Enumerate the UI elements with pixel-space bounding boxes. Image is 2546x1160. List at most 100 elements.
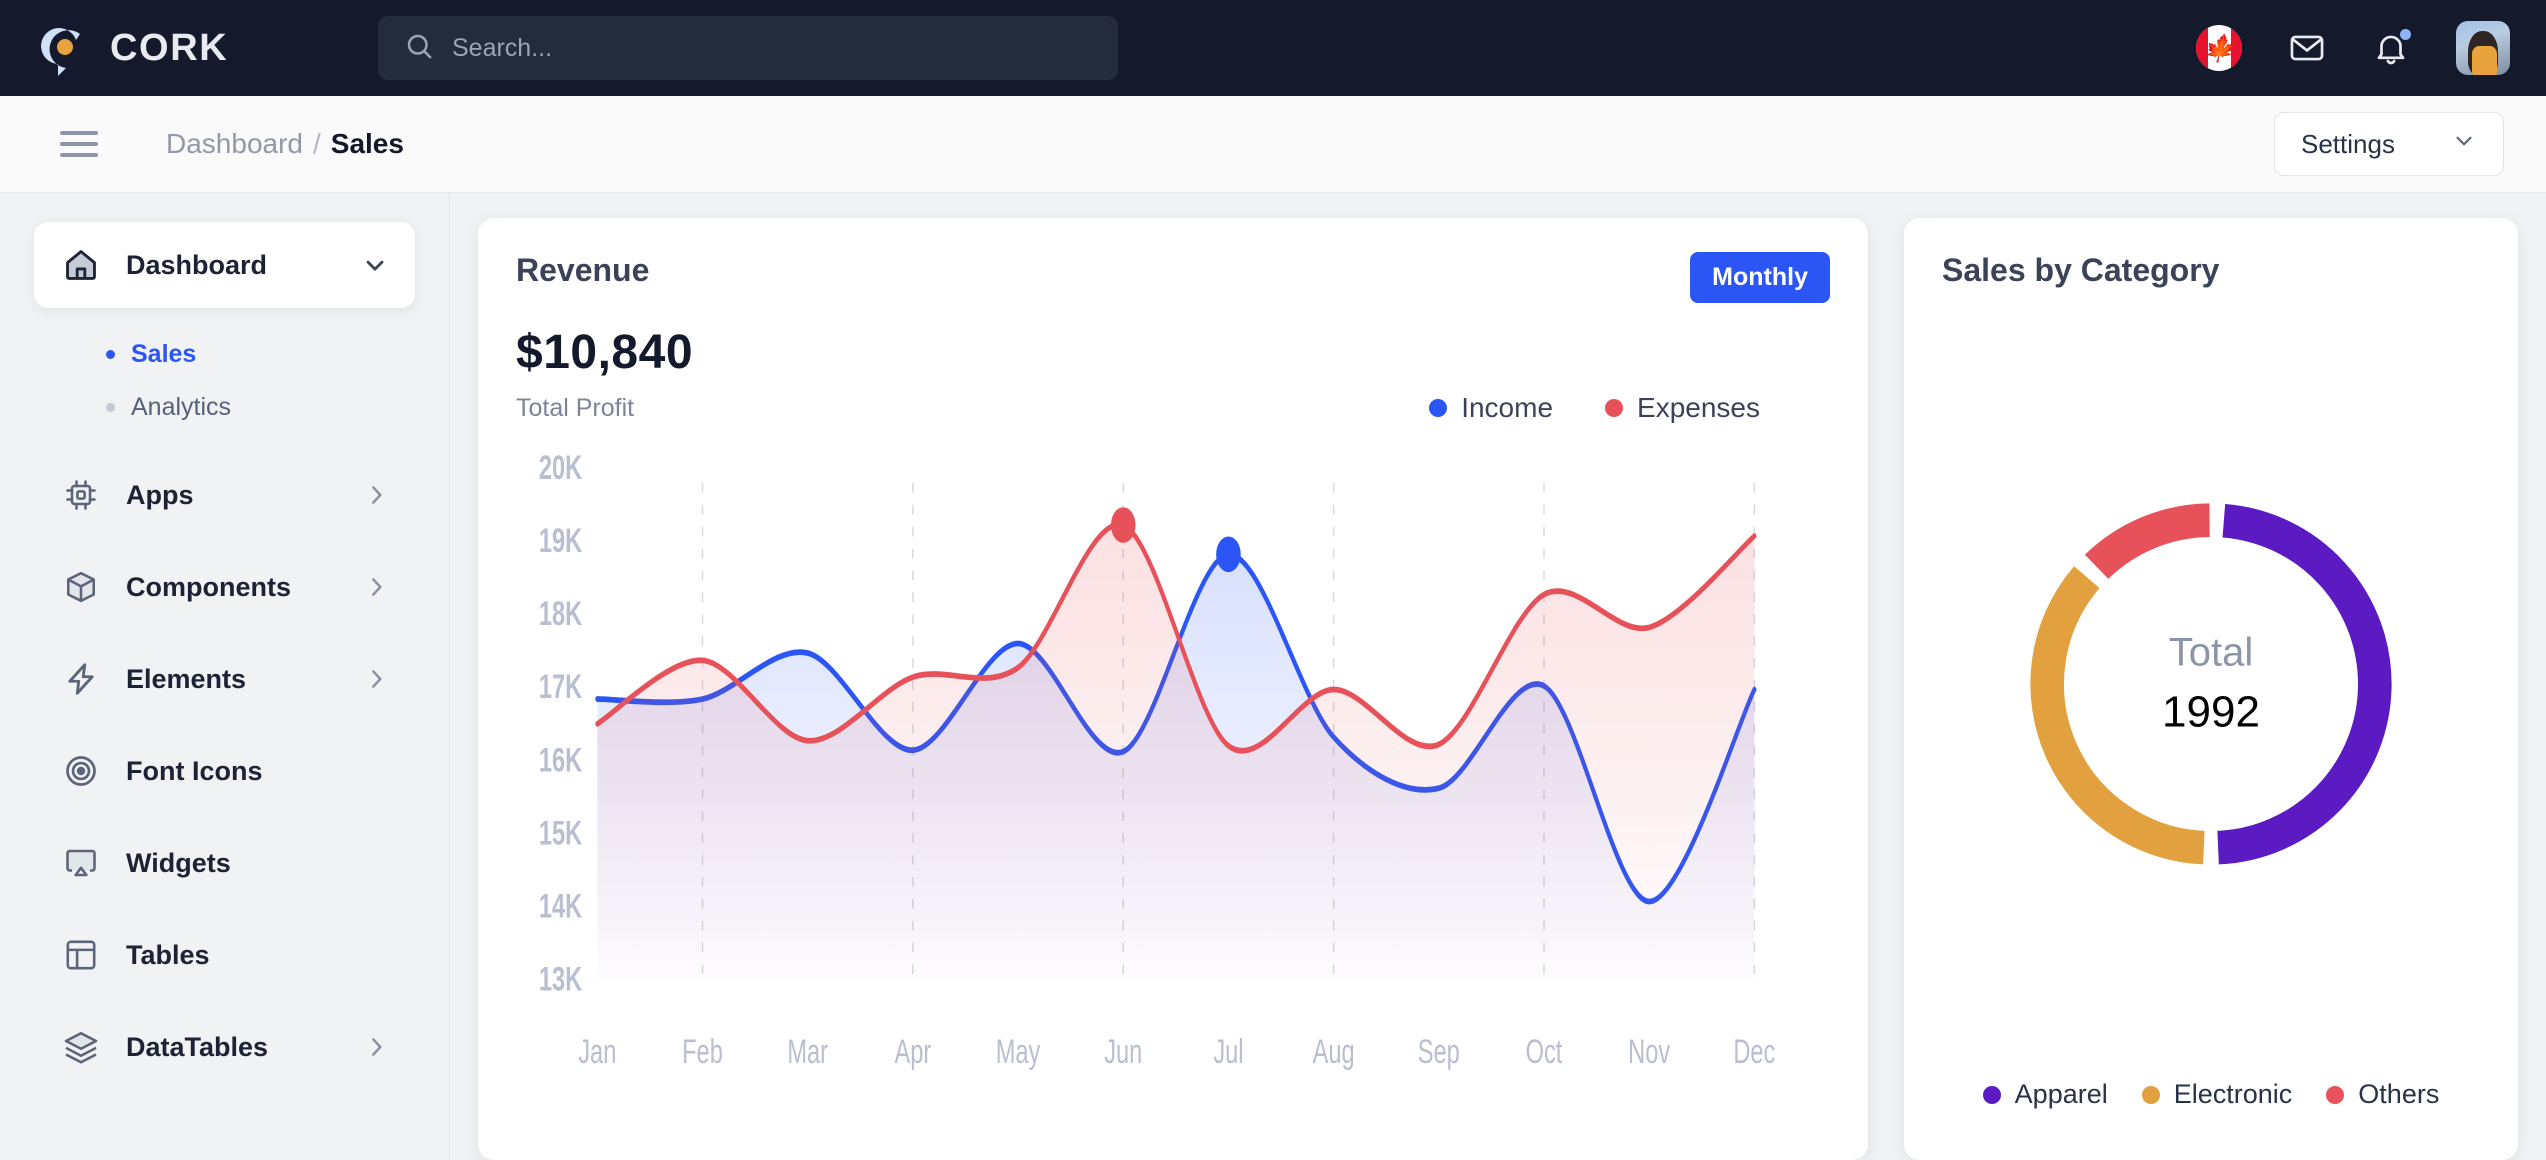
legend-item-electronic[interactable]: Electronic (2142, 1079, 2293, 1110)
monthly-toggle-button[interactable]: Monthly (1690, 252, 1830, 303)
legend-item-others[interactable]: Others (2326, 1079, 2439, 1110)
revenue-card-header: Revenue Monthly (516, 252, 1830, 303)
main-content: Revenue Monthly $10,840 Total Profit Inc… (450, 192, 2546, 1160)
legend-item-expenses[interactable]: Expenses (1605, 392, 1760, 424)
sidebar-item-tables[interactable]: Tables (34, 912, 415, 998)
category-title: Sales by Category (1942, 252, 2480, 289)
layers-icon (60, 1026, 102, 1068)
legend-label: Apparel (2015, 1079, 2108, 1110)
sidebar-item-components[interactable]: Components (34, 544, 415, 630)
target-icon (60, 750, 102, 792)
sidebar-subitem-label: Analytics (131, 393, 231, 422)
svg-text:Jun: Jun (1104, 1033, 1142, 1071)
legend-label: Expenses (1637, 392, 1760, 424)
svg-text:15K: 15K (539, 814, 582, 852)
svg-text:Feb: Feb (682, 1033, 723, 1071)
cork-logo-icon (36, 20, 92, 76)
sidebar: Dashboard Sales Analytics Apps (0, 192, 450, 1160)
cube-icon (60, 566, 102, 608)
bullet-icon (106, 350, 115, 359)
legend-dot-income (1429, 399, 1447, 417)
settings-dropdown[interactable]: Settings (2274, 112, 2504, 176)
category-donut-chart[interactable]: Total 1992 (1942, 289, 2480, 1079)
svg-text:18K: 18K (539, 595, 582, 633)
sidebar-item-analytics[interactable]: Analytics (34, 381, 415, 434)
svg-text:Sep: Sep (1418, 1033, 1460, 1071)
legend-dot-electronic (2142, 1086, 2160, 1104)
svg-text:19K: 19K (539, 522, 582, 560)
legend-dot-apparel (1983, 1086, 2001, 1104)
revenue-legend: Income Expenses (1429, 392, 1830, 424)
breadcrumb-bar: Dashboard / Sales Settings (0, 96, 2546, 192)
category-legend: Apparel Electronic Others (1942, 1079, 2480, 1126)
svg-text:Oct: Oct (1526, 1033, 1563, 1071)
sidebar-item-dashboard[interactable]: Dashboard (34, 222, 415, 308)
breadcrumb-separator: / (313, 128, 321, 160)
svg-text:17K: 17K (539, 668, 582, 706)
svg-text:May: May (996, 1033, 1041, 1071)
hamburger-menu-icon[interactable] (60, 131, 98, 157)
svg-text:Aug: Aug (1313, 1033, 1355, 1071)
legend-item-income[interactable]: Income (1429, 392, 1553, 424)
chevron-right-icon (363, 482, 389, 508)
svg-text:Dec: Dec (1733, 1033, 1775, 1071)
notification-badge (2398, 27, 2413, 42)
legend-item-apparel[interactable]: Apparel (1983, 1079, 2108, 1110)
sidebar-item-apps[interactable]: Apps (34, 452, 415, 538)
svg-text:13K: 13K (539, 960, 582, 998)
brand-logo[interactable]: CORK (36, 20, 366, 76)
sidebar-item-label: Widgets (126, 848, 231, 879)
legend-dot-others (2326, 1086, 2344, 1104)
sales-by-category-card: Sales by Category Total 1992 Apparel Ele… (1904, 218, 2518, 1160)
sidebar-item-datatables[interactable]: DataTables (34, 1004, 415, 1090)
bell-icon[interactable] (2372, 29, 2410, 67)
chevron-right-icon (363, 574, 389, 600)
settings-label: Settings (2301, 129, 2395, 160)
sidebar-item-label: Font Icons (126, 756, 263, 787)
sidebar-item-label: DataTables (126, 1032, 268, 1063)
svg-text:20K: 20K (539, 449, 582, 487)
sidebar-subnav-dashboard: Sales Analytics (34, 314, 415, 452)
revenue-amount: $10,840 (516, 325, 1830, 380)
brand-name: CORK (110, 27, 228, 70)
top-navbar: CORK 🍁 (0, 0, 2546, 96)
svg-text:Jan: Jan (578, 1033, 616, 1071)
navbar-actions: 🍁 (2196, 21, 2510, 75)
sidebar-item-elements[interactable]: Elements (34, 636, 415, 722)
sidebar-item-sales[interactable]: Sales (34, 328, 415, 381)
breadcrumb-current: Sales (331, 128, 404, 160)
app-shell: Dashboard Sales Analytics Apps (0, 192, 2546, 1160)
layout-icon (60, 934, 102, 976)
airplay-icon (60, 842, 102, 884)
chevron-right-icon (363, 666, 389, 692)
revenue-title: Revenue (516, 252, 649, 289)
legend-label: Electronic (2174, 1079, 2293, 1110)
breadcrumb: Dashboard / Sales (166, 128, 404, 160)
search-input[interactable] (452, 34, 1092, 63)
revenue-card: Revenue Monthly $10,840 Total Profit Inc… (478, 218, 1868, 1160)
revenue-subtitle: Total Profit (516, 394, 634, 423)
sidebar-item-label: Elements (126, 664, 246, 695)
legend-label: Income (1461, 392, 1553, 424)
sidebar-item-label: Apps (126, 480, 194, 511)
legend-label: Others (2358, 1079, 2439, 1110)
sidebar-item-font-icons[interactable]: Font Icons (34, 728, 415, 814)
revenue-subheader: Total Profit Income Expenses (516, 392, 1830, 424)
sidebar-item-widgets[interactable]: Widgets (34, 820, 415, 906)
svg-text:Jul: Jul (1213, 1033, 1243, 1071)
canada-flag-icon[interactable]: 🍁 (2196, 25, 2242, 71)
bullet-icon (106, 403, 115, 412)
breadcrumb-parent[interactable]: Dashboard (166, 128, 303, 160)
user-avatar[interactable] (2456, 21, 2510, 75)
chevron-right-icon (363, 1034, 389, 1060)
svg-text:16K: 16K (539, 741, 582, 779)
search-icon (404, 31, 434, 66)
mail-icon[interactable] (2288, 29, 2326, 67)
search-box[interactable] (378, 16, 1118, 80)
revenue-line-chart[interactable]: 20K19K18K17K16K15K14K13K JanFebMarAprMay… (516, 442, 1830, 1126)
sidebar-item-label: Components (126, 572, 291, 603)
svg-text:Nov: Nov (1628, 1033, 1670, 1071)
home-icon (60, 244, 102, 286)
svg-text:Apr: Apr (894, 1033, 931, 1071)
chevron-down-icon (361, 251, 389, 279)
